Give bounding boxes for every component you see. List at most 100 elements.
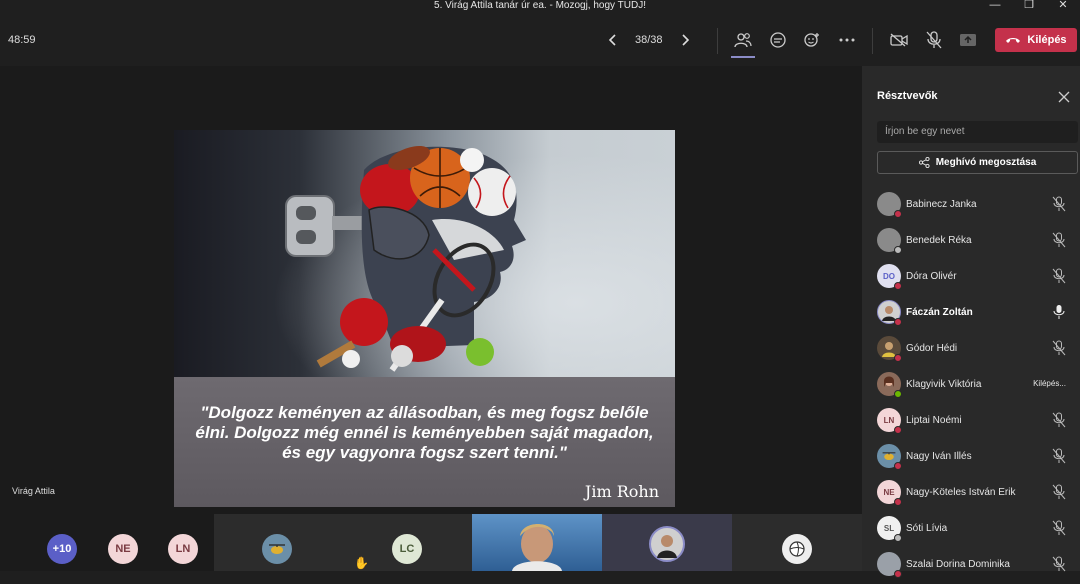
participant-row[interactable]: Fáczán Zoltán [862,296,1080,332]
mic-muted-icon [1052,484,1066,500]
chevron-left-icon [608,34,616,46]
slide-illustration [174,130,675,377]
share-invite-button[interactable]: Meghívó megosztása [877,151,1078,174]
mic-muted-icon [1052,520,1066,536]
mic-toggle-button[interactable] [922,28,946,52]
video-tile[interactable] [602,514,732,571]
participant-name: Dóra Olivér [906,271,957,282]
more-options-button[interactable] [835,28,859,52]
close-panel-button[interactable] [1058,90,1072,104]
toolbar-divider [872,28,873,54]
previous-slide-button[interactable] [603,30,623,50]
avatar [782,534,812,564]
participant-row[interactable]: Klagyivik Viktória Kilépés... [862,368,1080,404]
status-busy-indicator [894,282,902,290]
maximize-button[interactable]: ❐ [1012,0,1046,14]
chevron-right-icon [681,34,689,46]
participant-row[interactable]: Gódor Hédi [862,332,1080,368]
presenter-name: Virág Attila [12,486,55,496]
presenter-video-feed [512,524,562,571]
mic-muted-icon [1052,448,1066,464]
video-tile-presenter[interactable] [472,514,602,571]
participant-name: Fáczán Zoltán [906,307,973,318]
next-slide-button[interactable] [675,30,695,50]
video-tile[interactable]: ✋ LC [342,514,472,571]
participant-name: Nagy Iván Illés [906,451,972,462]
participants-button[interactable] [731,28,755,58]
window-title: 5. Virág Attila tanár úr ea. - Mozogj, h… [434,0,646,11]
leave-meeting-button[interactable]: Kilépés [995,28,1077,52]
invite-label: Meghívó megosztása [935,157,1037,168]
status-available-indicator [894,390,902,398]
mic-muted-icon [1052,196,1066,212]
minimize-button[interactable]: — [978,0,1012,14]
reaction-icon [804,33,819,47]
mic-muted-icon [1052,412,1066,428]
slide-quote-box: "Dolgozz keményen az állásodban, és meg … [174,377,675,507]
share-tray-icon [960,34,976,46]
participant-row[interactable]: SL Sóti Lívia [862,512,1080,548]
participant-row[interactable]: NE Nagy-Köteles István Erik [862,476,1080,512]
toolbar-divider [717,28,718,54]
mic-muted-icon [1052,340,1066,356]
participant-name: Benedek Réka [906,235,972,246]
raised-hand-icon: ✋ [354,556,369,570]
status-away-indicator [894,534,902,542]
leave-label: Kilépés [1027,34,1067,46]
more-icon [839,38,855,42]
status-busy-indicator [894,498,902,506]
slide-author: Jim Rohn [584,482,659,501]
participant-search-input[interactable]: Írjon be egy nevet [877,121,1078,143]
mic-muted-icon [1052,268,1066,284]
participant-name: Nagy-Köteles István Erik [906,487,1016,498]
chat-button[interactable] [766,28,790,52]
avatar[interactable]: LN [168,534,198,564]
participant-name: Sóti Lívia [906,523,948,534]
participant-row[interactable]: Benedek Réka [862,224,1080,260]
slide-quote: "Dolgozz keményen az állásodban, és meg … [195,403,654,462]
status-busy-indicator [894,570,902,578]
video-tile[interactable] [214,514,342,571]
presentation-slide: "Dolgozz keményen az állásodban, és meg … [174,130,675,507]
mic-off-icon [926,31,942,49]
people-icon [734,33,752,48]
mic-muted-icon [1052,232,1066,248]
participant-name: Szalai Dorina Dominika [906,559,1010,570]
overflow-count-badge[interactable]: +10 [47,534,77,564]
avatar[interactable]: NE [108,534,138,564]
meeting-toolbar: 48:59 38/38 Kilépés [0,14,1080,66]
status-busy-indicator [894,462,902,470]
participant-row[interactable]: LN Liptai Noémi [862,404,1080,440]
status-busy-indicator [894,318,902,326]
phone-hangup-icon [1006,38,1021,43]
participant-row[interactable]: Babinecz Janka [862,188,1080,224]
mic-muted-icon [1052,556,1066,572]
helicopter-avatar-icon [882,452,896,460]
window-controls: — ❐ ✕ [978,0,1080,14]
participant-video-strip: +10 NE LN ✋ LC [0,514,862,571]
share-screen-button[interactable] [956,28,980,52]
status-busy-indicator [894,354,902,362]
avatar-speaking [649,526,685,562]
share-icon [918,157,930,168]
sports-head-illustration [174,130,675,377]
status-away-indicator [894,246,902,254]
camera-toggle-button[interactable] [887,28,911,52]
window-titlebar: 5. Virág Attila tanár úr ea. - Mozogj, h… [0,0,1080,14]
video-tile[interactable] [732,514,862,571]
volleyball-avatar-icon [789,541,805,557]
status-busy-indicator [894,210,902,218]
slide-pager: 38/38 [603,30,695,50]
reactions-button[interactable] [800,28,824,52]
leaving-status-label: Kilépés... [1033,379,1066,388]
participant-row[interactable]: DO Dóra Olivér [862,260,1080,296]
participant-row[interactable]: Nagy Iván Illés [862,440,1080,476]
participant-name: Liptai Noémi [906,415,962,426]
participants-panel: Résztvevők Írjon be egy nevet Meghívó me… [862,66,1080,578]
helicopter-avatar-icon [269,544,285,554]
close-window-button[interactable]: ✕ [1046,0,1080,14]
participant-row[interactable]: Szalai Dorina Dominika [862,548,1080,584]
participant-name: Babinecz Janka [906,199,977,210]
person-photo-icon [657,535,677,558]
chat-icon [770,32,786,48]
